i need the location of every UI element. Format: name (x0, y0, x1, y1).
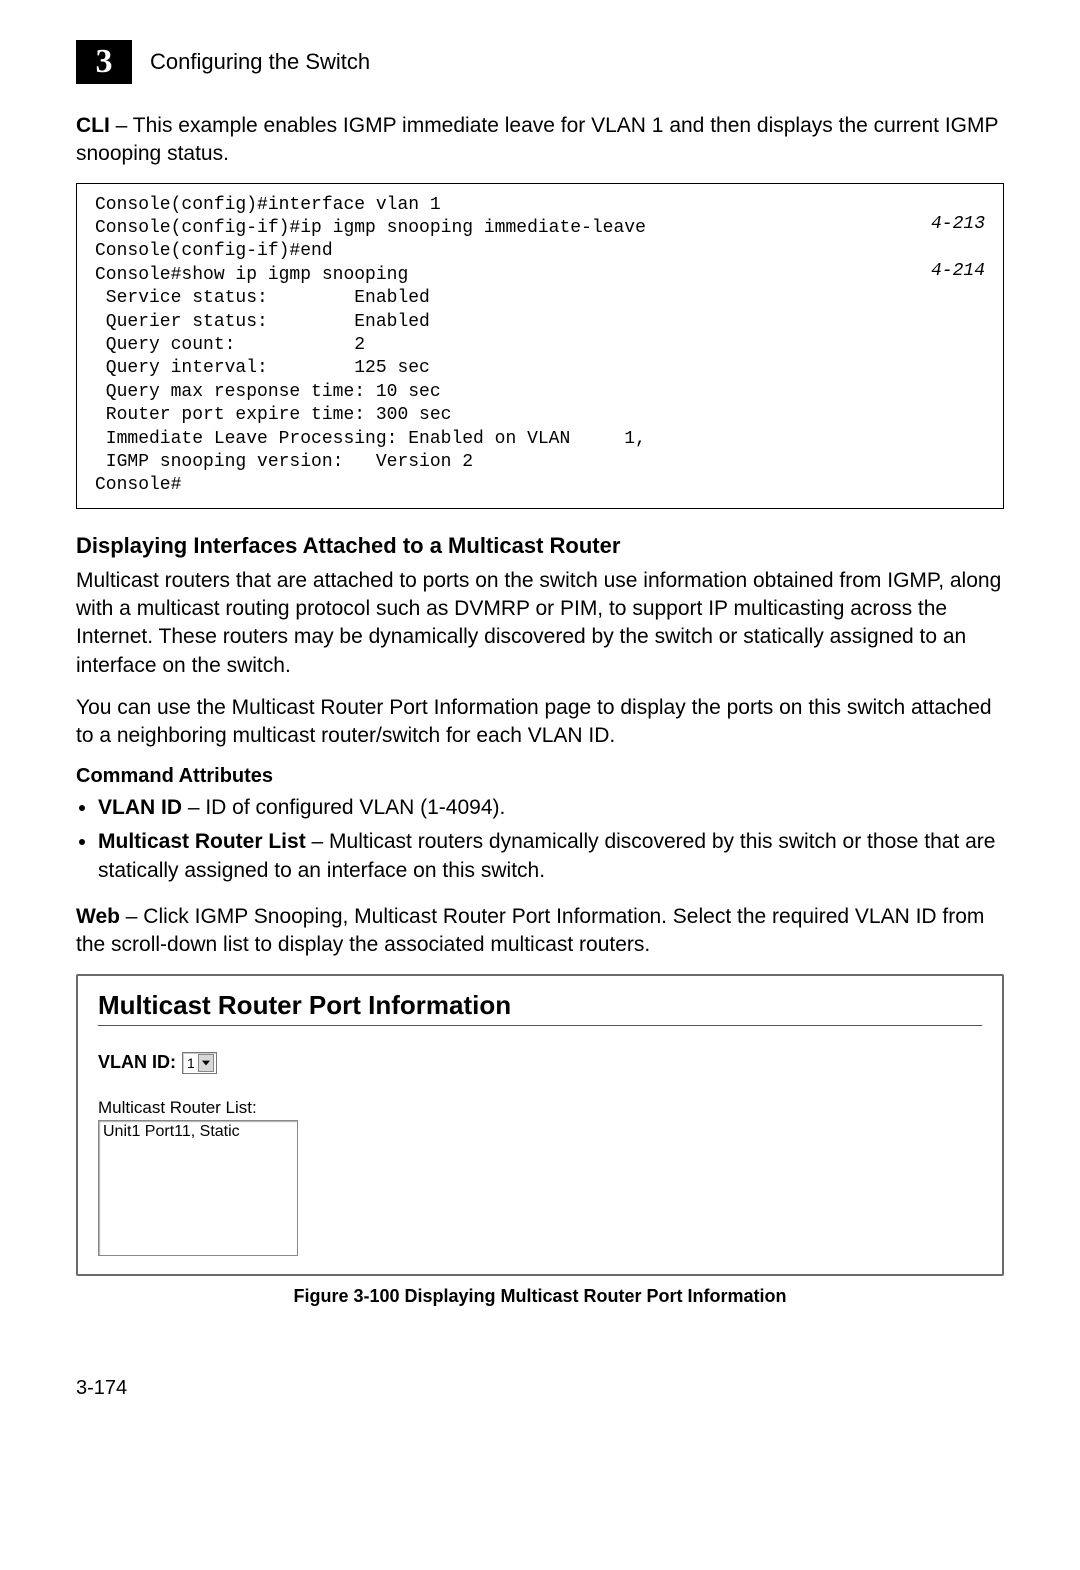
attr-name: VLAN ID (98, 796, 182, 819)
vlan-id-row: VLAN ID: 1 (98, 1052, 982, 1074)
page-header: 3 Configuring the Switch (76, 40, 1004, 84)
vlan-id-value: 1 (187, 1055, 195, 1071)
cli-line: IGMP snooping version: Version 2 (95, 452, 473, 472)
section-paragraph-2: You can use the Multicast Router Port In… (76, 694, 1004, 751)
web-prefix: Web (76, 905, 120, 928)
cli-intro-text: – This example enables IGMP immediate le… (76, 114, 998, 165)
cli-intro-paragraph: CLI – This example enables IGMP immediat… (76, 112, 1004, 169)
cli-line: Query count: 2 (95, 335, 365, 355)
cli-line: Service status: Enabled (95, 288, 430, 308)
list-item[interactable]: Unit1 Port11, Static (103, 1123, 293, 1141)
section-paragraph-1: Multicast routers that are attached to p… (76, 567, 1004, 680)
page-number: 3-174 (76, 1377, 1004, 1400)
cli-line: Querier status: Enabled (95, 312, 430, 332)
figure-caption: Figure 3-100 Displaying Multicast Router… (76, 1286, 1004, 1307)
list-item: Multicast Router List – Multicast router… (98, 828, 1004, 885)
vlan-id-select[interactable]: 1 (182, 1052, 217, 1074)
command-attributes-heading: Command Attributes (76, 765, 1004, 788)
multicast-router-list-label: Multicast Router List: (98, 1098, 982, 1118)
chapter-number: 3 (96, 43, 113, 81)
cli-line: Console(config-if)#end (95, 241, 333, 261)
cli-page-ref: 4-214 (931, 260, 985, 283)
cli-prefix: CLI (76, 114, 110, 137)
cli-output-box: Console(config)#interface vlan 1 Console… (76, 183, 1004, 509)
cli-line: Router port expire time: 300 sec (95, 405, 451, 425)
cli-line: Console(config-if)#ip igmp snooping imme… (95, 218, 646, 238)
cli-line: Console# (95, 475, 181, 495)
command-attributes-list: VLAN ID – ID of configured VLAN (1-4094)… (76, 794, 1004, 885)
cli-line: Immediate Leave Processing: Enabled on V… (95, 429, 646, 449)
cli-line: Console#show ip igmp snooping (95, 265, 408, 285)
attr-desc: – ID of configured VLAN (1-4094). (182, 796, 505, 819)
web-screenshot-panel: Multicast Router Port Information VLAN I… (76, 974, 1004, 1276)
panel-title: Multicast Router Port Information (98, 990, 982, 1021)
chapter-title: Configuring the Switch (150, 49, 370, 75)
web-instruction-paragraph: Web – Click IGMP Snooping, Multicast Rou… (76, 903, 1004, 960)
vlan-id-label: VLAN ID: (98, 1052, 176, 1073)
cli-line: Query interval: 125 sec (95, 358, 430, 378)
panel-divider (98, 1025, 982, 1026)
web-instruction-text: – Click IGMP Snooping, Multicast Router … (76, 905, 984, 956)
list-item: VLAN ID – ID of configured VLAN (1-4094)… (98, 794, 1004, 822)
dropdown-arrow-icon[interactable] (198, 1054, 214, 1072)
chapter-badge: 3 (76, 40, 132, 84)
attr-name: Multicast Router List (98, 830, 306, 853)
cli-page-ref: 4-213 (931, 213, 985, 236)
cli-line: Query max response time: 10 sec (95, 382, 441, 402)
multicast-router-listbox[interactable]: Unit1 Port11, Static (98, 1120, 298, 1256)
section-heading: Displaying Interfaces Attached to a Mult… (76, 533, 1004, 559)
cli-line: Console(config)#interface vlan 1 (95, 195, 441, 215)
